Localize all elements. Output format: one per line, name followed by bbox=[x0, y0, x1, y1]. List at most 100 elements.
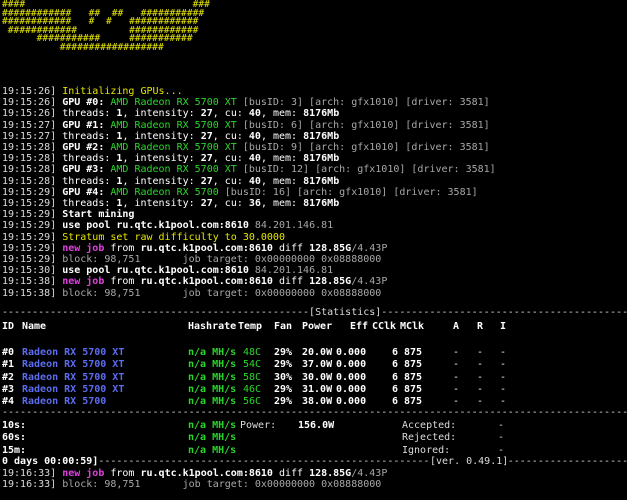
log-line: 19:15:29] use pool ru.qtc.k1pool.com:861… bbox=[2, 220, 333, 231]
gpu-id-cell: #1 bbox=[2, 359, 15, 371]
log-text: 128.85G bbox=[309, 468, 352, 479]
gpu-cclk-cell: 6 bbox=[392, 371, 399, 383]
summary-row: 15m: n/a MH/s Ignored: - bbox=[2, 445, 627, 456]
log-timestamp: 19:15:28] bbox=[2, 164, 57, 176]
gpu-mclk-cell: 875 bbox=[404, 371, 423, 383]
gpu-hashrate-cell: n/a MH/s bbox=[188, 371, 237, 383]
gpu-name-cell: Radeon RX 5700 XT bbox=[22, 347, 125, 358]
summary-accepted_val: - bbox=[498, 420, 505, 431]
log-timestamp: 19:15:27] bbox=[2, 119, 57, 131]
log-text: , mem: bbox=[260, 153, 304, 165]
gpu-temp-cell: 58C bbox=[243, 371, 262, 383]
gpu-i-cell: - bbox=[500, 383, 507, 395]
log-timestamp: 19:15:30] bbox=[2, 265, 57, 277]
summary-power_label: Power: bbox=[240, 420, 277, 431]
gpu-r-cell: - bbox=[477, 371, 484, 383]
gpu-eff-cell: 0.000 bbox=[336, 347, 367, 358]
gpu-id-cell: #3 bbox=[2, 383, 15, 395]
gpu-eff-cell: 0.000 bbox=[336, 396, 367, 408]
log-text: [busID: 9] [arch: gfx1010] [driver: 3581… bbox=[236, 142, 490, 153]
log-text: , cu: bbox=[212, 108, 249, 120]
log-text: GPU #1: bbox=[56, 119, 111, 131]
log-text: 128.85G bbox=[309, 276, 352, 288]
statistics-title: ----------------------------------------… bbox=[2, 307, 627, 318]
gpu-fan-cell: 29% bbox=[274, 347, 293, 358]
log-text: 27 bbox=[200, 175, 213, 187]
log-text: , intensity: bbox=[122, 130, 201, 142]
log-text: diff bbox=[272, 242, 310, 254]
gpu-power-cell: 31.0W bbox=[302, 383, 333, 395]
gpu-temp-cell: 54C bbox=[243, 359, 262, 371]
summary-row: 60s: n/a MH/s Rejected: - bbox=[2, 432, 627, 443]
gpu-r-cell: - bbox=[477, 347, 484, 358]
log-text: use pool bbox=[56, 220, 117, 232]
log-text: from bbox=[110, 276, 141, 288]
summary-s10_val: n/a MH/s bbox=[188, 420, 237, 431]
log-text: , intensity: bbox=[122, 108, 201, 120]
gpu-i-cell: - bbox=[500, 371, 507, 383]
log-timestamp: 19:15:29] bbox=[2, 220, 57, 232]
log-text: GPU #2: bbox=[56, 142, 111, 153]
gpu-r-cell: - bbox=[477, 383, 484, 395]
log-line: 19:15:27] GPU #1: AMD Radeon RX 5700 XT … bbox=[2, 120, 490, 131]
log-text: 8176Mb bbox=[303, 175, 340, 187]
log-line: 19:15:29] Start mining bbox=[2, 209, 134, 220]
gpu-i-cell: - bbox=[500, 359, 507, 371]
gpu-cclk-cell: 6 bbox=[392, 383, 399, 395]
log-text: 8176Mb bbox=[303, 198, 340, 209]
log-timestamp: 19:16:33] bbox=[2, 468, 57, 479]
log-timestamp: 19:15:27] bbox=[2, 130, 57, 142]
gpu-fan-cell: 29% bbox=[274, 383, 293, 395]
log-timestamp: 19:15:29] bbox=[2, 186, 57, 198]
gpu-eff-cell: 0.000 bbox=[336, 371, 367, 383]
log-text: 84.201.146.81 bbox=[248, 220, 334, 232]
log-text: [busID: 3] [arch: gfx1010] [driver: 3581… bbox=[236, 97, 490, 109]
log-text: /4.43P bbox=[351, 242, 388, 254]
footer-dashes: ----------------------------------------… bbox=[98, 456, 627, 467]
log-text: threads: bbox=[56, 198, 117, 209]
summary-s10_label: 10s: bbox=[2, 420, 27, 431]
log-text: 128.85G bbox=[309, 242, 352, 254]
log-line: 19:15:26] threads: 1, intensity: 27, cu:… bbox=[2, 108, 339, 119]
gpu-cclk-cell: 6 bbox=[392, 359, 399, 371]
terminal-window[interactable]: #### ### ############ ## ## ########### … bbox=[0, 0, 627, 500]
log-text: threads: bbox=[56, 108, 117, 120]
log-text: , intensity: bbox=[122, 153, 201, 165]
gpu-mclk-cell: 875 bbox=[404, 383, 423, 395]
gpu-hashrate-cell: n/a MH/s bbox=[188, 347, 237, 358]
log-timestamp: 19:15:26] bbox=[2, 97, 57, 109]
log-line: 19:16:33] block: 98,751 job target: 0x00… bbox=[2, 479, 381, 490]
gpu-temp-cell: 46C bbox=[243, 383, 262, 395]
gpu-name-cell: Radeon RX 5700 XT bbox=[22, 383, 125, 395]
log-text: , mem: bbox=[260, 130, 304, 142]
log-line: 19:15:29] GPU #4: AMD Radeon RX 5700 [bu… bbox=[2, 187, 478, 198]
log-text: GPU #4: bbox=[56, 186, 111, 198]
log-text: , mem: bbox=[260, 108, 304, 120]
log-line: 19:15:28] threads: 1, intensity: 27, cu:… bbox=[2, 176, 339, 187]
log-text: , cu: bbox=[212, 130, 249, 142]
log-timestamp: 19:15:38] bbox=[2, 276, 57, 288]
log-text: 40 bbox=[248, 130, 261, 142]
summary-ignored_label: Ignored: bbox=[402, 444, 451, 456]
log-text: block: 98,751 job target: 0x00000000 0x0… bbox=[56, 287, 382, 299]
gpu-mclk-cell: 875 bbox=[404, 347, 423, 358]
log-text: /4.43P bbox=[351, 468, 388, 479]
log-text: [busID: 12] [arch: gfx1010] [driver: 358… bbox=[236, 164, 496, 176]
log-text: 40 bbox=[248, 108, 261, 120]
gpu-cclk-cell: 6 bbox=[392, 347, 399, 358]
log-line: 19:15:29] new job from ru.qtc.k1pool.com… bbox=[2, 243, 387, 254]
column-header: Eff bbox=[350, 321, 369, 332]
log-text: , cu: bbox=[212, 153, 249, 165]
column-header: Name bbox=[22, 321, 47, 332]
summary-m15_val: n/a MH/s bbox=[188, 444, 237, 456]
summary-ignored_val: - bbox=[498, 444, 505, 456]
gpu-mclk-cell: 875 bbox=[404, 396, 423, 408]
gpu-cclk-cell: 6 bbox=[392, 396, 399, 408]
gpu-id-cell: #0 bbox=[2, 347, 15, 358]
gpu-eff-cell: 0.000 bbox=[336, 383, 367, 395]
gpu-a-cell: - bbox=[453, 383, 460, 395]
log-text: AMD Radeon RX 5700 bbox=[110, 186, 219, 198]
log-timestamp: 19:15:26] bbox=[2, 86, 57, 97]
gpu-a-cell: - bbox=[453, 371, 460, 383]
summary-rejected_val: - bbox=[498, 432, 505, 444]
